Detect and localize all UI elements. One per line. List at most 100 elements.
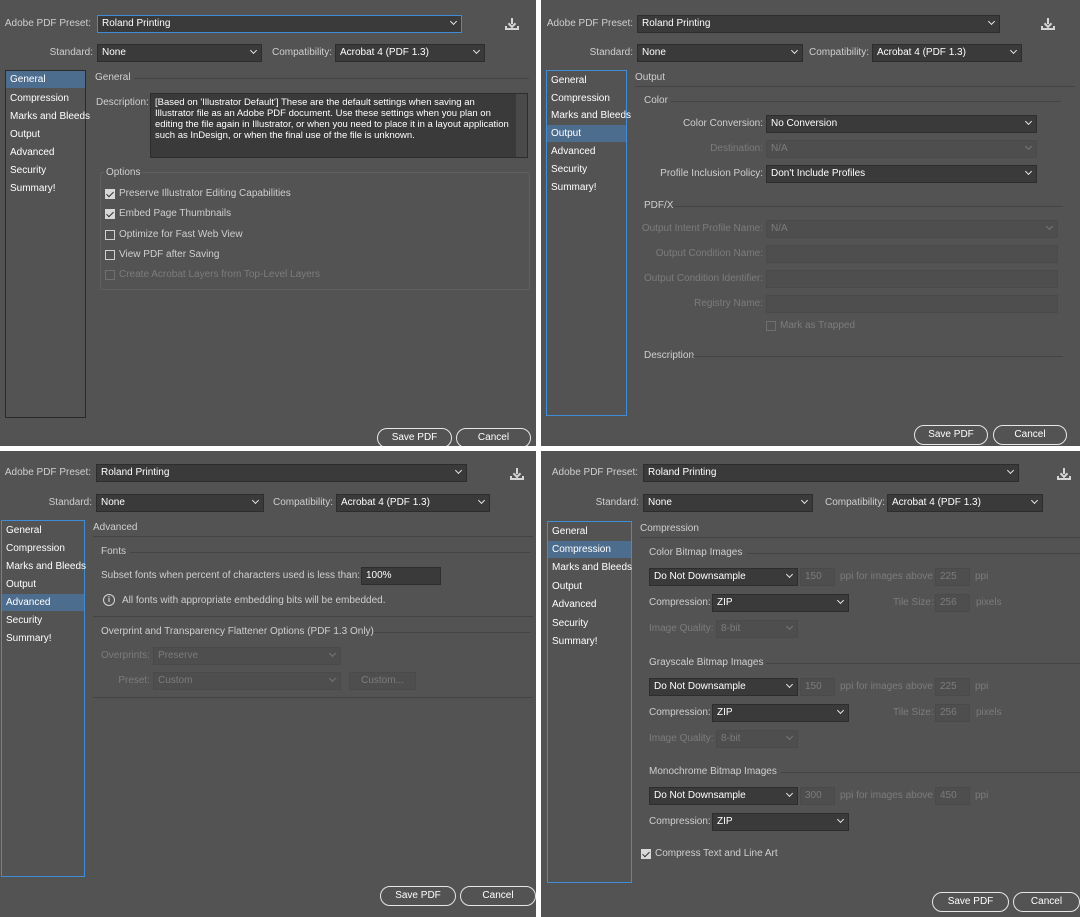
color-conversion-select[interactable]: No Conversion xyxy=(766,115,1037,133)
gray-quality-select[interactable]: 8-bit xyxy=(716,730,798,748)
output-intent-select[interactable]: N/A xyxy=(766,220,1058,238)
sidebar-item-general[interactable]: General xyxy=(2,522,84,539)
checkbox-view-after-saving[interactable] xyxy=(105,250,115,260)
checkbox-preserve-editing[interactable] xyxy=(105,189,115,199)
sidebar-item-summary[interactable]: Summary! xyxy=(548,633,631,650)
compatibility-select[interactable]: Acrobat 4 (PDF 1.3) xyxy=(335,44,485,62)
sidebar-item-summary[interactable]: Summary! xyxy=(2,630,84,647)
save-pdf-button[interactable]: Save PDF xyxy=(377,428,452,446)
sidebar-item-security[interactable]: Security xyxy=(2,612,84,629)
sidebar-item-advanced[interactable]: Advanced xyxy=(548,596,631,613)
sidebar-item-advanced[interactable]: Advanced xyxy=(547,143,626,160)
cancel-button[interactable]: Cancel xyxy=(1013,892,1080,912)
custom-button[interactable]: Custom... xyxy=(349,672,416,690)
checkbox-acrobat-layers[interactable] xyxy=(105,270,115,280)
sidebar-item-summary[interactable]: Summary! xyxy=(547,179,626,196)
sidebar-item-security[interactable]: Security xyxy=(548,615,631,632)
save-pdf-button[interactable]: Save PDF xyxy=(932,892,1009,912)
divider xyxy=(673,206,1063,207)
color-above-input[interactable]: 225 xyxy=(935,568,970,586)
color-tile-size-input[interactable]: 256 xyxy=(935,594,970,612)
pdfx-group-title: PDF/X xyxy=(644,200,674,211)
sidebar-item-general[interactable]: General xyxy=(548,523,631,540)
mono-above-input[interactable]: 450 xyxy=(935,787,970,805)
save-preset-icon[interactable] xyxy=(1057,468,1071,480)
sidebar-item-general[interactable]: General xyxy=(6,71,85,88)
destination-label: Destination: xyxy=(710,143,763,154)
save-pdf-button[interactable]: Save PDF xyxy=(914,425,988,445)
gray-above-input[interactable]: 225 xyxy=(935,678,970,696)
fonts-group-title: Fonts xyxy=(101,546,127,557)
cancel-button[interactable]: Cancel xyxy=(460,886,536,906)
preset-value: Roland Printing xyxy=(648,467,717,478)
mono-downsample-select[interactable]: Do Not Downsample xyxy=(649,787,798,805)
sidebar-item-marks-and-bleeds[interactable]: Marks and Bleeds xyxy=(548,559,632,576)
color-downsample-select[interactable]: Do Not Downsample xyxy=(649,568,798,586)
sidebar: General Compression Marks and Bleeds Out… xyxy=(546,70,631,416)
checkbox-embed-thumbnails[interactable] xyxy=(105,209,115,219)
preset-select[interactable]: Roland Printing xyxy=(97,15,462,33)
cancel-button[interactable]: Cancel xyxy=(456,428,531,446)
mono-ppi-input[interactable]: 300 xyxy=(800,787,835,805)
sidebar-item-marks-and-bleeds[interactable]: Marks and Bleeds xyxy=(2,558,86,575)
standard-select[interactable]: None xyxy=(643,494,813,512)
compatibility-select[interactable]: Acrobat 4 (PDF 1.3) xyxy=(336,494,490,512)
sidebar-item-compression[interactable]: Compression xyxy=(6,90,85,107)
destination-select[interactable]: N/A xyxy=(766,140,1037,158)
sidebar-item-output[interactable]: Output xyxy=(2,576,84,593)
preset-select[interactable]: Roland Printing xyxy=(637,15,1000,33)
divider xyxy=(93,697,533,698)
sidebar-item-general[interactable]: General xyxy=(547,72,626,89)
profile-inclusion-select[interactable]: Don't Include Profiles xyxy=(766,165,1037,183)
sidebar-item-marks-and-bleeds[interactable]: Marks and Bleeds xyxy=(6,108,90,125)
gray-downsample-select[interactable]: Do Not Downsample xyxy=(649,678,798,696)
save-preset-icon[interactable] xyxy=(1041,18,1055,30)
preset-select[interactable]: Roland Printing xyxy=(643,464,1019,482)
chevron-down-icon xyxy=(1009,46,1018,55)
checkbox-fast-web-view[interactable] xyxy=(105,230,115,240)
color-pixels-unit: pixels xyxy=(976,597,1002,608)
preset-value: Roland Printing xyxy=(101,467,170,478)
subset-fonts-input[interactable]: 100% xyxy=(361,567,441,585)
mono-compression-select[interactable]: ZIP xyxy=(712,813,849,831)
gray-downsample-value: Do Not Downsample xyxy=(654,681,746,692)
sidebar-item-summary[interactable]: Summary! xyxy=(6,180,85,197)
overprints-select[interactable]: Preserve xyxy=(153,647,341,665)
checkbox-compress-text[interactable] xyxy=(641,849,651,859)
save-preset-icon[interactable] xyxy=(505,18,519,30)
sidebar-item-compression[interactable]: Compression xyxy=(548,541,631,558)
sidebar-item-compression[interactable]: Compression xyxy=(547,90,626,107)
standard-select[interactable]: None xyxy=(637,44,803,62)
chevron-down-icon xyxy=(1006,466,1015,475)
gray-compression-select[interactable]: ZIP xyxy=(712,704,849,722)
sidebar-item-output[interactable]: Output xyxy=(6,126,85,143)
sidebar-item-advanced[interactable]: Advanced xyxy=(2,594,84,611)
description-textarea[interactable]: [Based on 'Illustrator Default'] These a… xyxy=(150,93,528,158)
save-preset-icon[interactable] xyxy=(510,468,524,480)
sidebar-item-output[interactable]: Output xyxy=(547,125,626,142)
registry-name-input[interactable] xyxy=(766,295,1058,313)
color-compression-select[interactable]: ZIP xyxy=(712,594,849,612)
output-condition-name-input[interactable] xyxy=(766,245,1058,263)
preset-select[interactable]: Roland Printing xyxy=(96,464,467,482)
sidebar-item-output[interactable]: Output xyxy=(548,578,631,595)
compatibility-select[interactable]: Acrobat 4 (PDF 1.3) xyxy=(872,44,1022,62)
gray-ppi-input[interactable]: 150 xyxy=(800,678,835,696)
standard-select[interactable]: None xyxy=(97,44,262,62)
standard-select[interactable]: None xyxy=(96,494,264,512)
sidebar-item-compression[interactable]: Compression xyxy=(2,540,84,557)
cancel-button[interactable]: Cancel xyxy=(993,425,1067,445)
sidebar-item-security[interactable]: Security xyxy=(6,162,85,179)
sidebar-item-marks-and-bleeds[interactable]: Marks and Bleeds xyxy=(547,107,631,124)
divider xyxy=(766,663,1080,664)
gray-tile-size-input[interactable]: 256 xyxy=(935,704,970,722)
save-pdf-button[interactable]: Save PDF xyxy=(380,886,456,906)
description-scrollbar[interactable] xyxy=(516,94,527,157)
sidebar-item-advanced[interactable]: Advanced xyxy=(6,144,85,161)
checkbox-mark-as-trapped[interactable] xyxy=(766,321,776,331)
color-quality-select[interactable]: 8-bit xyxy=(716,620,798,638)
compatibility-select[interactable]: Acrobat 4 (PDF 1.3) xyxy=(887,494,1043,512)
color-ppi-input[interactable]: 150 xyxy=(800,568,835,586)
output-condition-identifier-input[interactable] xyxy=(766,270,1058,288)
flattener-preset-select[interactable]: Custom xyxy=(153,672,341,690)
